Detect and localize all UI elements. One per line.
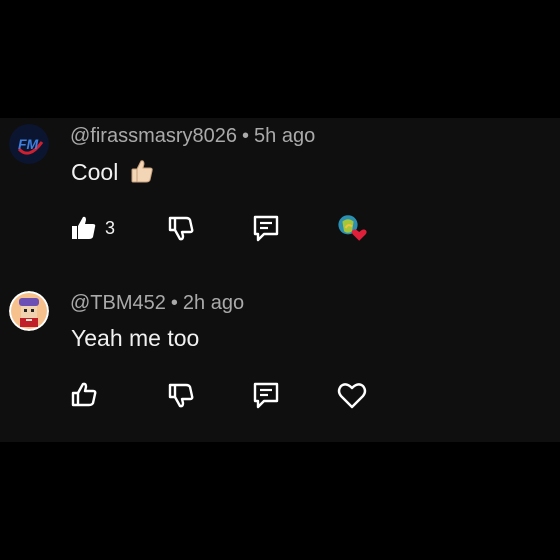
- comments-panel: FM @firassmasry8026 • 5h ago Cool 3 @TBM…: [0, 118, 560, 442]
- comment-text: Cool: [71, 158, 155, 190]
- comment-item: @TBM452 • 2h ago Yeah me too: [0, 285, 560, 435]
- comment-actions: [0, 379, 560, 411]
- channel-logo-avatar: FM: [9, 124, 49, 164]
- heart-icon: [337, 383, 367, 409]
- thumbs-down-icon: [168, 383, 194, 408]
- comment-timestamp[interactable]: 5h ago: [254, 125, 315, 147]
- thumbs-up-icon: [72, 216, 96, 239]
- comment-author-handle[interactable]: @firassmasry8026: [70, 125, 237, 147]
- cartoon-character-avatar: [9, 291, 49, 331]
- like-count: 3: [105, 218, 116, 238]
- comment-meta: @TBM452 • 2h ago: [70, 292, 244, 315]
- like-button[interactable]: [68, 212, 100, 244]
- thumbs-down-icon: [168, 216, 194, 241]
- meta-separator: •: [242, 125, 250, 147]
- meta-separator: •: [170, 292, 178, 314]
- like-button[interactable]: [68, 379, 100, 411]
- thumbs-up-emoji-icon: [129, 158, 155, 190]
- reply-button[interactable]: [250, 379, 282, 411]
- dislike-button[interactable]: [165, 379, 197, 411]
- comment-body: Yeah me too: [71, 325, 200, 351]
- comment-body: Cool: [71, 159, 119, 185]
- comment-actions: 3: [0, 212, 560, 244]
- comment-author-handle[interactable]: @TBM452: [70, 292, 166, 314]
- creator-heart-badge[interactable]: [336, 212, 376, 248]
- heart-button[interactable]: [336, 379, 368, 411]
- reply-comment-icon: [253, 382, 279, 409]
- avatar-logo-text: FM: [18, 136, 39, 152]
- avatar[interactable]: FM: [9, 124, 49, 164]
- comment-timestamp[interactable]: 2h ago: [183, 292, 244, 314]
- reply-button[interactable]: [250, 212, 282, 244]
- reply-comment-icon: [253, 215, 279, 242]
- comment-item: FM @firassmasry8026 • 5h ago Cool 3: [0, 118, 560, 268]
- dislike-button[interactable]: [165, 212, 197, 244]
- comment-text: Yeah me too: [71, 325, 199, 352]
- creator-avatar-heart-icon: [338, 215, 367, 241]
- comment-meta: @firassmasry8026 • 5h ago: [70, 125, 315, 148]
- thumbs-up-icon: [71, 382, 97, 407]
- avatar[interactable]: [9, 291, 49, 331]
